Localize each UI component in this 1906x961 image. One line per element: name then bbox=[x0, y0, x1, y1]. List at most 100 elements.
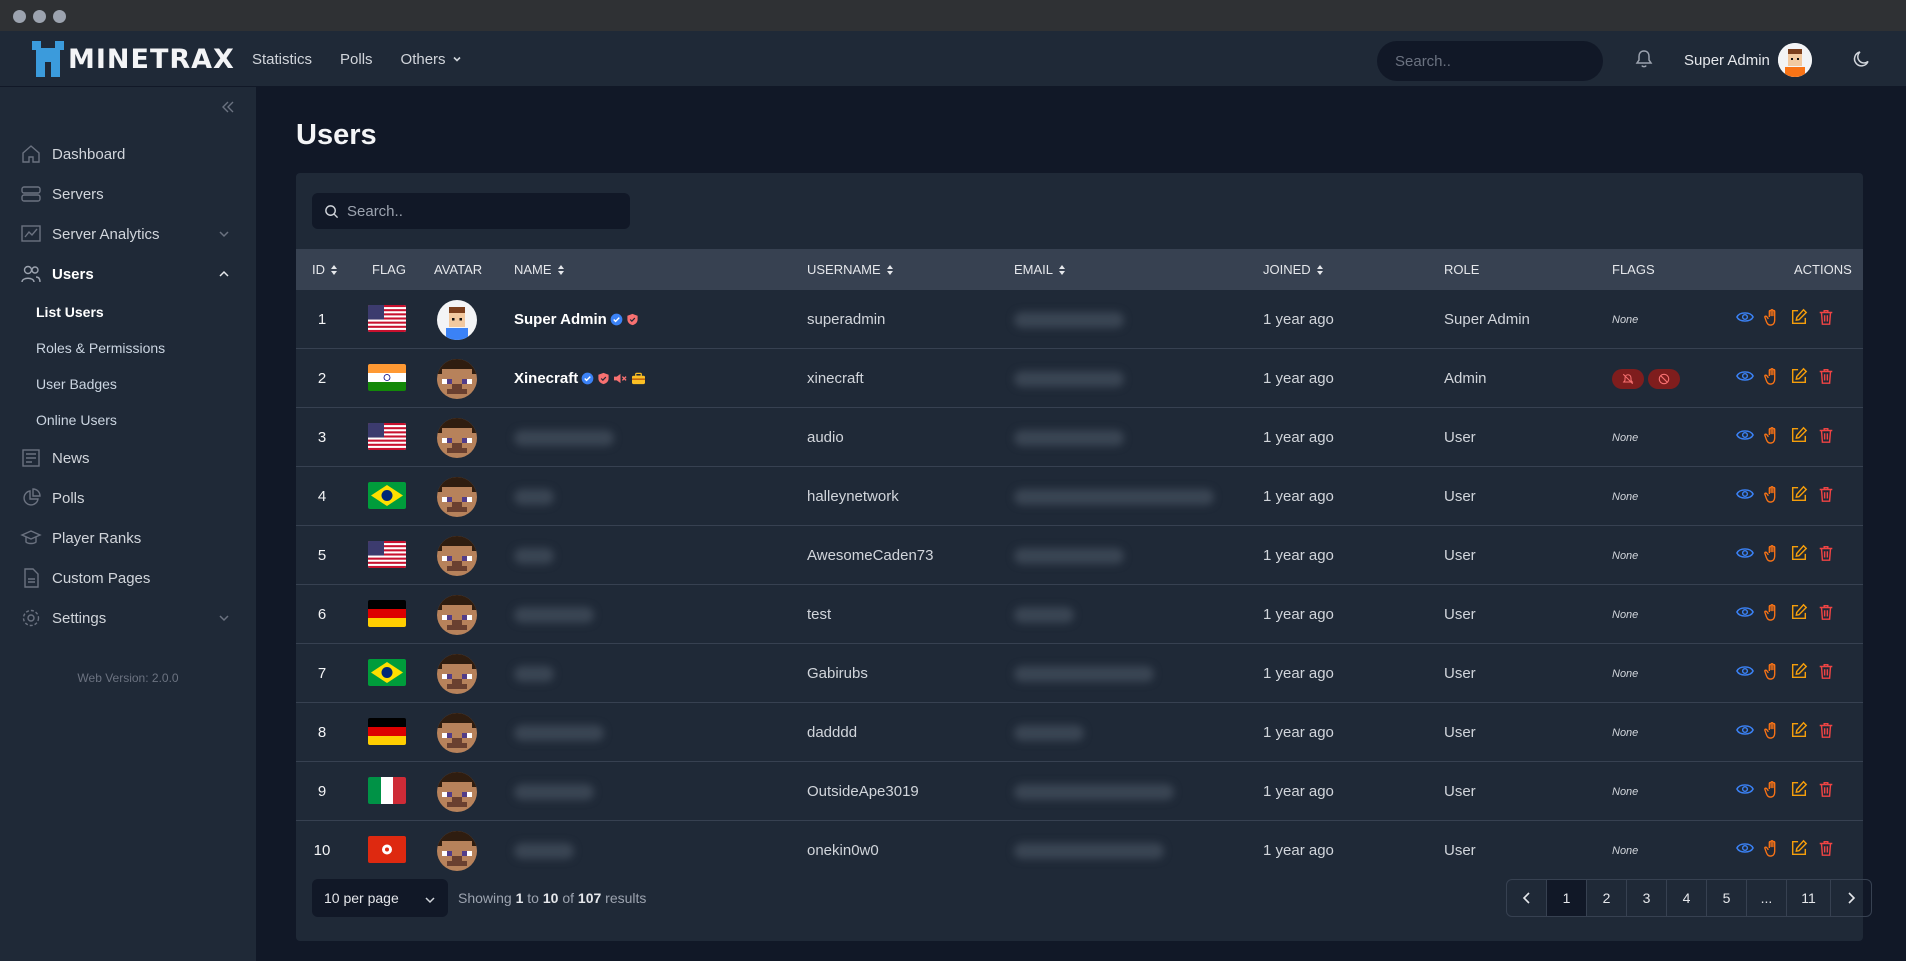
moon-icon[interactable] bbox=[1852, 49, 1872, 69]
sidebar-subitem-roles-permissions[interactable]: Roles & Permissions bbox=[0, 330, 256, 366]
sidebar-subitem-online-users[interactable]: Online Users bbox=[0, 402, 256, 438]
page-button-1[interactable]: 1 bbox=[1547, 880, 1587, 916]
avatar[interactable] bbox=[437, 359, 477, 399]
header-search-input[interactable] bbox=[1395, 52, 1594, 70]
window-maximize-dot[interactable] bbox=[53, 10, 66, 23]
th-username[interactable]: USERNAME bbox=[807, 249, 894, 290]
page-button-5[interactable]: 5 bbox=[1707, 880, 1747, 916]
avatar[interactable] bbox=[437, 654, 477, 694]
sidebar-item-users[interactable]: Users bbox=[0, 254, 256, 294]
edit-icon[interactable] bbox=[1790, 603, 1808, 621]
th-name[interactable]: NAME bbox=[514, 249, 565, 290]
edit-icon[interactable] bbox=[1790, 367, 1808, 385]
page-button-2[interactable]: 2 bbox=[1587, 880, 1627, 916]
avatar[interactable] bbox=[437, 536, 477, 576]
table-search-input[interactable] bbox=[347, 202, 618, 220]
eye-icon[interactable] bbox=[1736, 308, 1754, 326]
delete-icon[interactable] bbox=[1817, 839, 1835, 857]
user-menu[interactable]: Super Admin bbox=[1684, 43, 1812, 77]
row-actions bbox=[1736, 426, 1835, 444]
sidebar-subitem-user-badges[interactable]: User Badges bbox=[0, 366, 256, 402]
sidebar-item-dashboard[interactable]: Dashboard bbox=[0, 134, 256, 174]
pie-icon bbox=[23, 488, 41, 506]
nav-others[interactable]: Others bbox=[401, 51, 462, 68]
impersonate-icon[interactable] bbox=[1763, 544, 1781, 562]
prev-page-button[interactable] bbox=[1507, 880, 1547, 916]
edit-icon[interactable] bbox=[1790, 721, 1808, 739]
page-button-4[interactable]: 4 bbox=[1667, 880, 1707, 916]
avatar[interactable] bbox=[437, 595, 477, 635]
window-close-dot[interactable] bbox=[13, 10, 26, 23]
next-page-button[interactable] bbox=[1831, 880, 1871, 916]
eye-icon[interactable] bbox=[1736, 839, 1754, 857]
impersonate-icon[interactable] bbox=[1763, 662, 1781, 680]
impersonate-icon[interactable] bbox=[1763, 367, 1781, 385]
bell-icon[interactable] bbox=[1635, 49, 1653, 69]
eye-icon[interactable] bbox=[1736, 426, 1754, 444]
nav-polls[interactable]: Polls bbox=[340, 51, 373, 68]
delete-icon[interactable] bbox=[1817, 308, 1835, 326]
th-joined[interactable]: JOINED bbox=[1263, 249, 1324, 290]
delete-icon[interactable] bbox=[1817, 780, 1835, 798]
eye-icon[interactable] bbox=[1736, 721, 1754, 739]
edit-icon[interactable] bbox=[1790, 662, 1808, 680]
username-cell: xinecraft bbox=[807, 370, 864, 387]
impersonate-icon[interactable] bbox=[1763, 721, 1781, 739]
sidebar-item-polls[interactable]: Polls bbox=[0, 478, 256, 518]
logo-mark-icon bbox=[32, 41, 64, 77]
user-name-cell[interactable]: Xinecraft bbox=[514, 349, 646, 408]
eye-icon[interactable] bbox=[1736, 780, 1754, 798]
logo[interactable]: MINETRAX bbox=[32, 41, 235, 77]
delete-icon[interactable] bbox=[1817, 426, 1835, 444]
eye-icon[interactable] bbox=[1736, 544, 1754, 562]
edit-icon[interactable] bbox=[1790, 544, 1808, 562]
collapse-sidebar-icon[interactable] bbox=[220, 99, 236, 115]
sidebar-item-player-ranks[interactable]: Player Ranks bbox=[0, 518, 256, 558]
sidebar-item-news[interactable]: News bbox=[0, 438, 256, 478]
flags-cell: None bbox=[1612, 844, 1639, 857]
redacted-name bbox=[514, 606, 594, 623]
page-button-11[interactable]: 11 bbox=[1787, 880, 1831, 916]
avatar[interactable] bbox=[437, 831, 477, 871]
delete-icon[interactable] bbox=[1817, 544, 1835, 562]
user-name-cell bbox=[514, 408, 614, 467]
window-minimize-dot[interactable] bbox=[33, 10, 46, 23]
impersonate-icon[interactable] bbox=[1763, 426, 1781, 444]
sidebar-item-servers[interactable]: Servers bbox=[0, 174, 256, 214]
avatar[interactable] bbox=[437, 772, 477, 812]
sidebar-item-custom-pages[interactable]: Custom Pages bbox=[0, 558, 256, 598]
eye-icon[interactable] bbox=[1736, 367, 1754, 385]
edit-icon[interactable] bbox=[1790, 485, 1808, 503]
delete-icon[interactable] bbox=[1817, 485, 1835, 503]
delete-icon[interactable] bbox=[1817, 367, 1835, 385]
edit-icon[interactable] bbox=[1790, 839, 1808, 857]
user-name-cell[interactable]: Super Admin bbox=[514, 290, 639, 349]
impersonate-icon[interactable] bbox=[1763, 485, 1781, 503]
eye-icon[interactable] bbox=[1736, 485, 1754, 503]
nav-statistics[interactable]: Statistics bbox=[252, 51, 312, 68]
avatar[interactable] bbox=[437, 713, 477, 753]
th-email[interactable]: EMAIL bbox=[1014, 249, 1066, 290]
sidebar-item-server-analytics[interactable]: Server Analytics bbox=[0, 214, 256, 254]
delete-icon[interactable] bbox=[1817, 603, 1835, 621]
role-cell: User bbox=[1444, 488, 1476, 505]
avatar[interactable] bbox=[437, 477, 477, 517]
sidebar-item-settings[interactable]: Settings bbox=[0, 598, 256, 638]
avatar[interactable] bbox=[437, 300, 477, 340]
sidebar-subitem-list-users[interactable]: List Users bbox=[0, 294, 256, 330]
th-id[interactable]: ID bbox=[312, 249, 338, 290]
per-page-select[interactable]: 10 per page bbox=[312, 879, 448, 917]
edit-icon[interactable] bbox=[1790, 780, 1808, 798]
impersonate-icon[interactable] bbox=[1763, 603, 1781, 621]
delete-icon[interactable] bbox=[1817, 662, 1835, 680]
eye-icon[interactable] bbox=[1736, 662, 1754, 680]
page-button-3[interactable]: 3 bbox=[1627, 880, 1667, 916]
impersonate-icon[interactable] bbox=[1763, 308, 1781, 326]
edit-icon[interactable] bbox=[1790, 426, 1808, 444]
edit-icon[interactable] bbox=[1790, 308, 1808, 326]
eye-icon[interactable] bbox=[1736, 603, 1754, 621]
avatar[interactable] bbox=[437, 418, 477, 458]
delete-icon[interactable] bbox=[1817, 721, 1835, 739]
impersonate-icon[interactable] bbox=[1763, 780, 1781, 798]
impersonate-icon[interactable] bbox=[1763, 839, 1781, 857]
